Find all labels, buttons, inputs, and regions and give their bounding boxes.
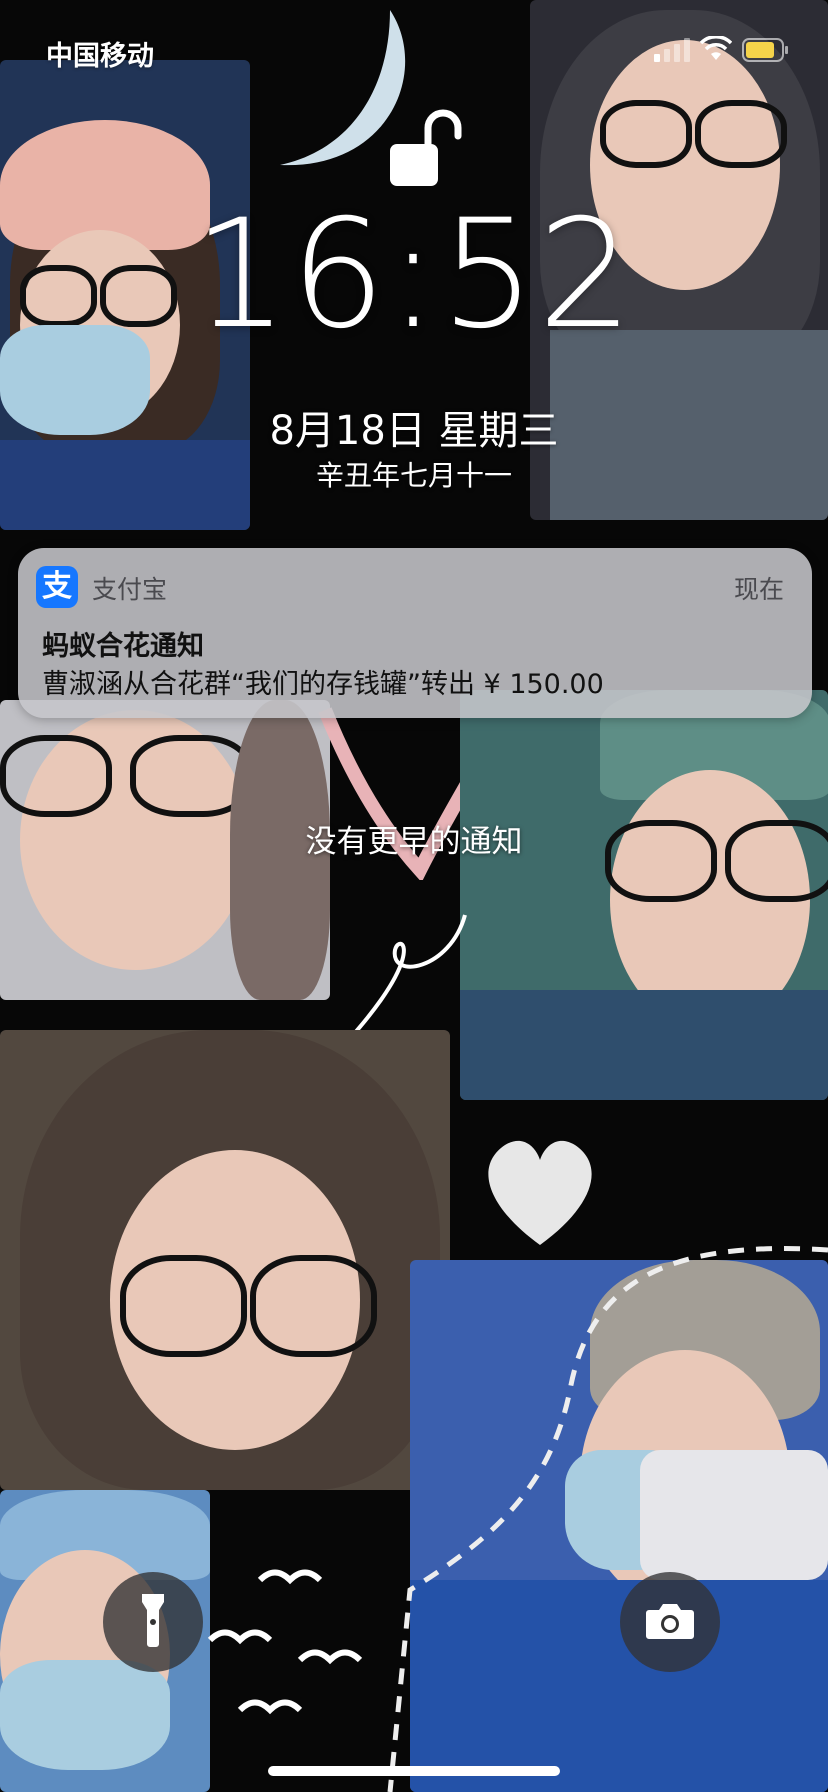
birds-doodle [200, 1560, 400, 1740]
carrier-name: 中国移动 [46, 41, 154, 72]
alipay-icon: 支 [36, 566, 78, 608]
lock-screen-time: 16:52 [192, 188, 636, 362]
notification-title: 蚂蚁合花通知 [42, 631, 204, 662]
cellular-signal-icon [652, 38, 696, 62]
no-earlier-notifications-label: 没有更早的通知 [305, 824, 523, 860]
alipay-notification[interactable]: 支 支付宝 现在 蚂蚁合花通知 曹淑涵从合花群“我们的存钱罐”转出 ¥ 150.… [18, 548, 812, 718]
camera-icon [645, 1600, 695, 1644]
wallpaper-photo [460, 690, 828, 1100]
camera-button[interactable] [620, 1572, 720, 1672]
lunar-date: 辛丑年七月十一 [315, 459, 512, 492]
dashed-path-doodle [370, 1240, 828, 1792]
wifi-icon [699, 35, 733, 62]
notification-app-name: 支付宝 [92, 575, 168, 604]
lock-screen-date: 8月18日 星期三 [269, 408, 559, 454]
status-bar: 中国移动 [0, 0, 828, 100]
notification-time: 现在 [733, 575, 784, 604]
white-heart-doodle [475, 1125, 605, 1255]
notification-body: 曹淑涵从合花群“我们的存钱罐”转出 ¥ 150.00 [42, 669, 604, 700]
unlocked-padlock-icon [388, 106, 462, 192]
alipay-icon-glyph: 支 [42, 569, 72, 604]
flashlight-icon [140, 1592, 166, 1652]
battery-icon [742, 38, 790, 62]
home-indicator[interactable] [268, 1766, 560, 1776]
flashlight-button[interactable] [103, 1572, 203, 1672]
